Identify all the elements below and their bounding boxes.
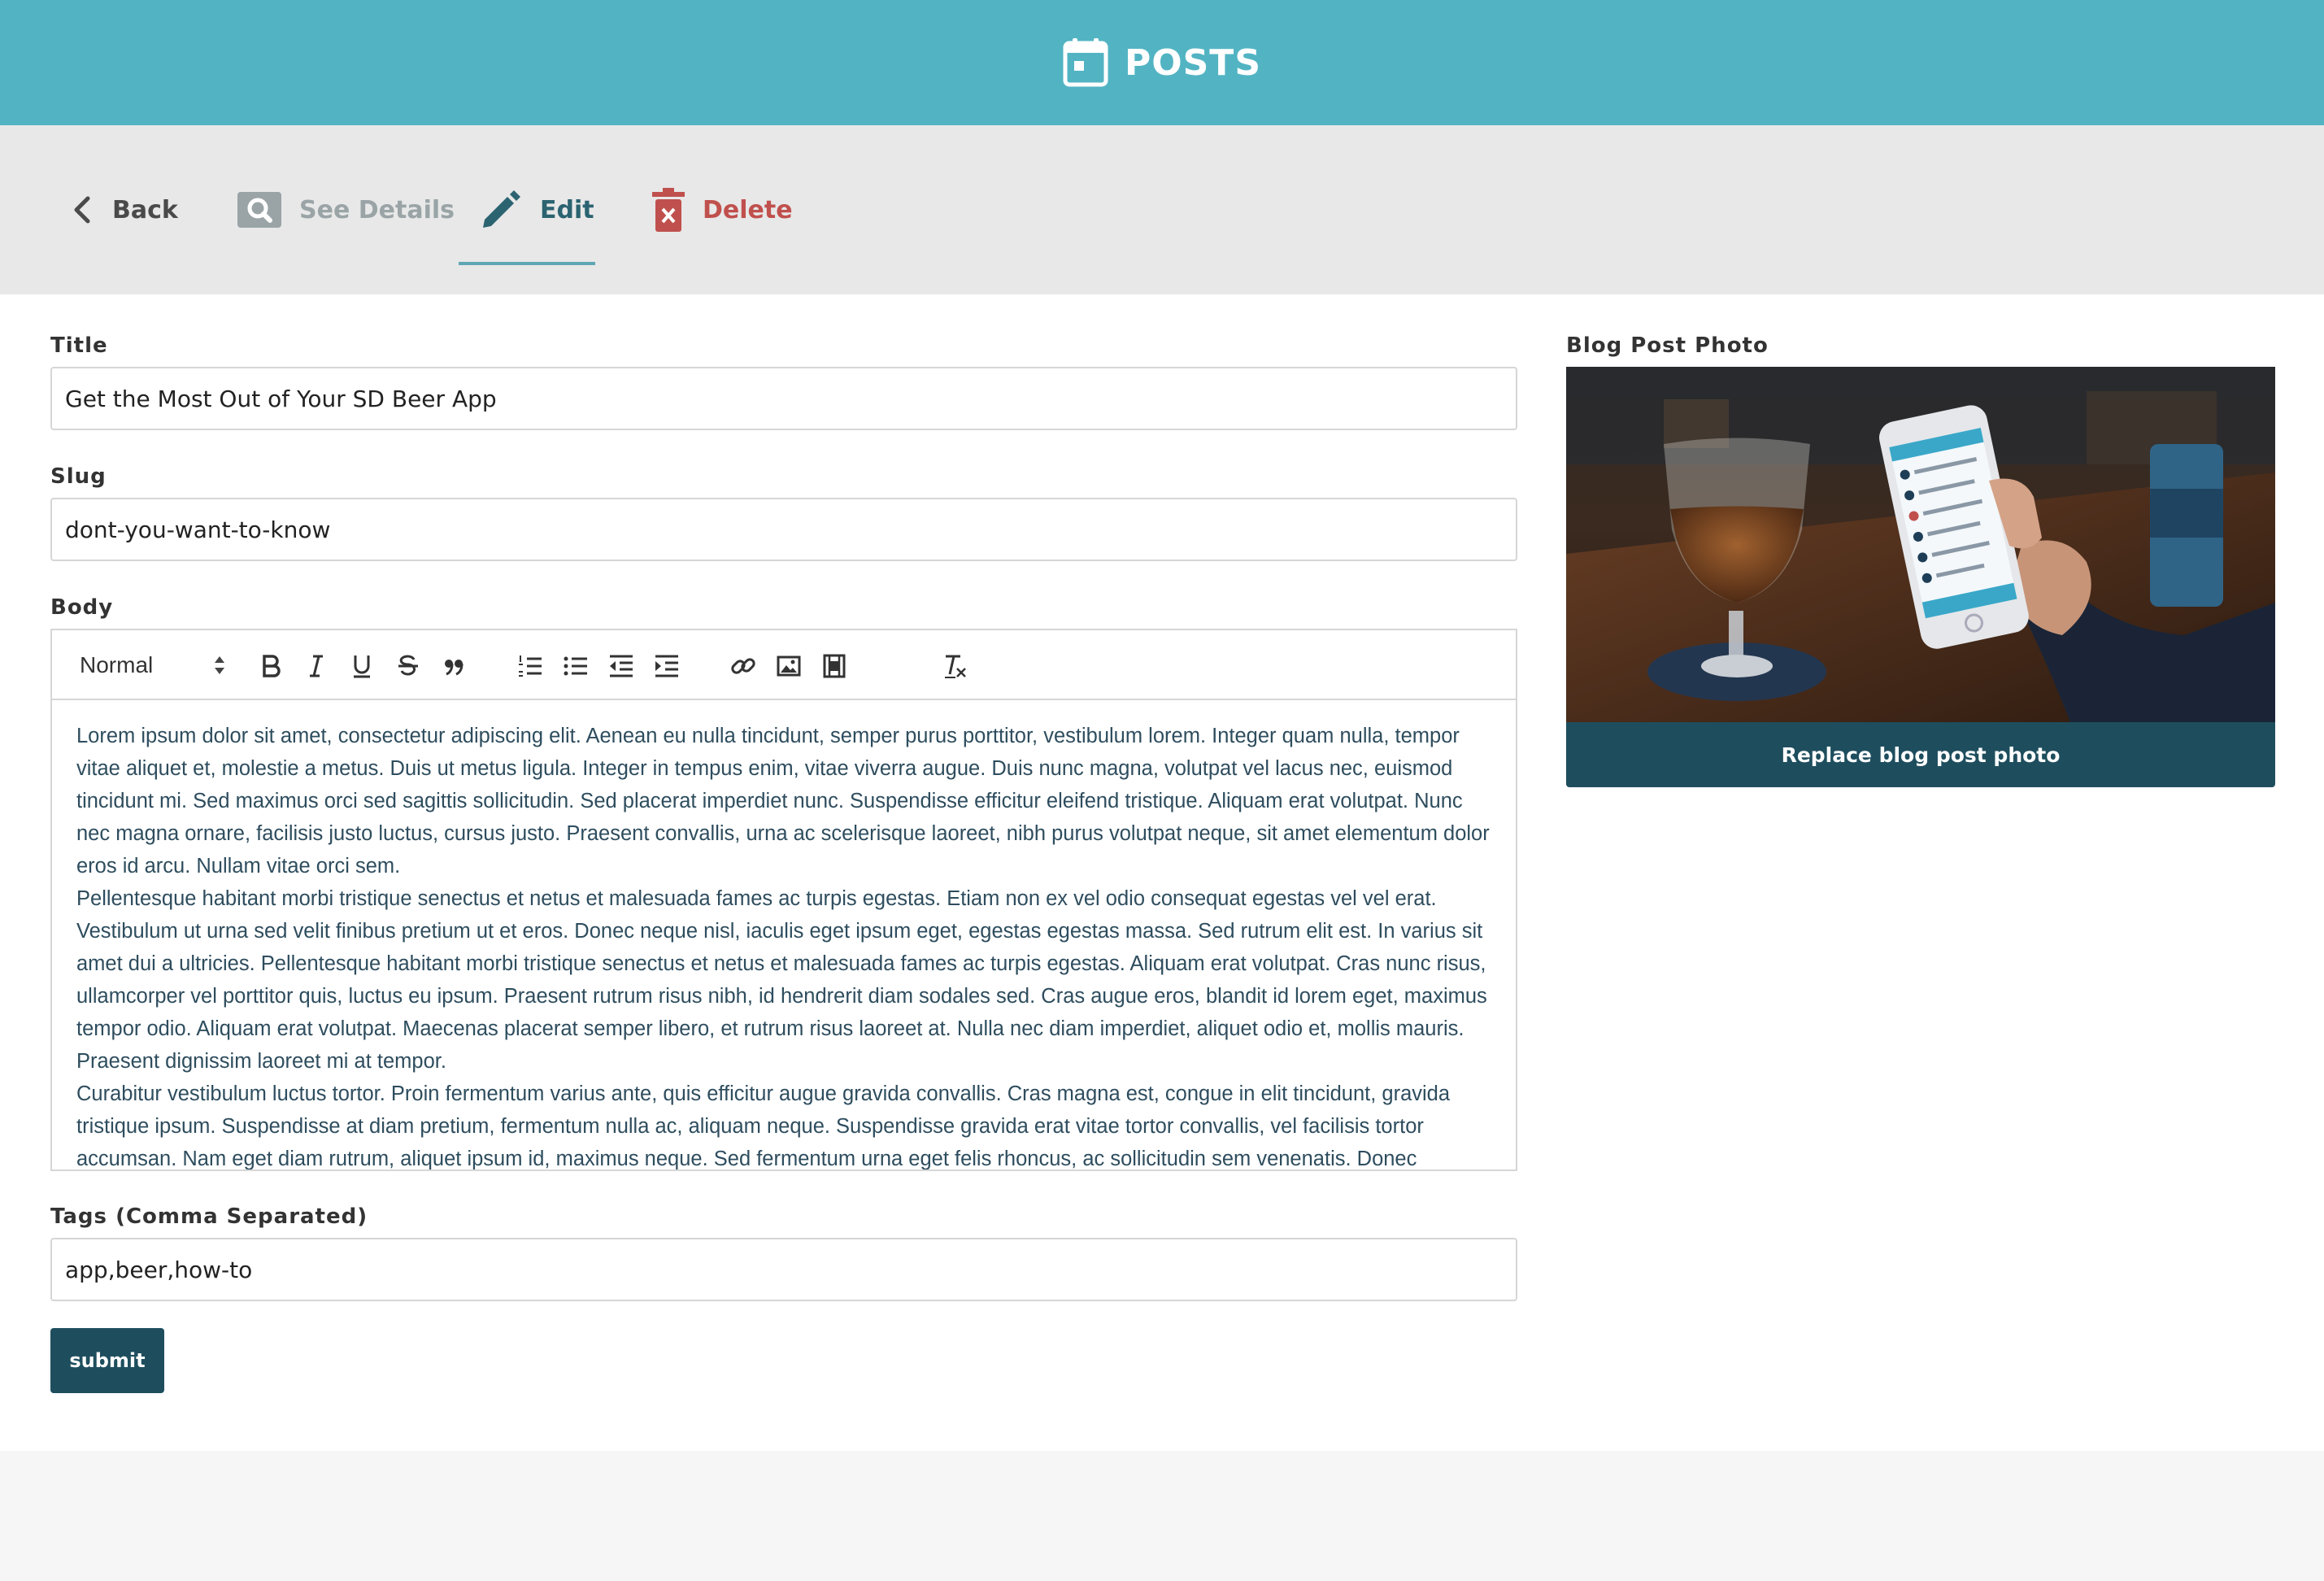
calendar-icon bbox=[1063, 38, 1108, 87]
blockquote-icon bbox=[445, 660, 463, 676]
clear-format-icon bbox=[945, 655, 966, 678]
see-details-button[interactable]: See Details bbox=[237, 125, 455, 294]
italic-icon bbox=[310, 655, 323, 677]
editor-content[interactable]: Lorem ipsum dolor sit amet, consectetur … bbox=[52, 700, 1516, 1170]
video-button[interactable] bbox=[818, 650, 851, 682]
title-input[interactable] bbox=[50, 367, 1517, 430]
clear-format-button[interactable] bbox=[938, 650, 971, 682]
tags-label: Tags (Comma Separated) bbox=[50, 1204, 368, 1229]
title-label: Title bbox=[50, 333, 108, 358]
image-button[interactable] bbox=[772, 650, 805, 682]
underline-button[interactable] bbox=[346, 650, 378, 682]
action-bar: Back See Details Edit Delete bbox=[0, 125, 2324, 294]
tags-input[interactable] bbox=[50, 1238, 1517, 1301]
italic-button[interactable] bbox=[300, 650, 333, 682]
indent-icon bbox=[655, 655, 678, 677]
slug-label: Slug bbox=[50, 464, 107, 489]
link-icon bbox=[731, 658, 755, 674]
bold-button[interactable] bbox=[255, 650, 287, 682]
see-details-label: See Details bbox=[299, 195, 455, 224]
outdent-button[interactable] bbox=[605, 650, 638, 682]
search-icon bbox=[237, 192, 281, 228]
underline-icon bbox=[354, 655, 370, 678]
body-paragraph: Curabitur vestibulum luctus tortor. Proi… bbox=[76, 1082, 1451, 1170]
slug-input[interactable] bbox=[50, 498, 1517, 561]
bold-icon bbox=[263, 655, 281, 677]
outdent-icon bbox=[610, 655, 633, 677]
editor-toolbar: Normal bbox=[52, 630, 1516, 700]
ordered-list-icon bbox=[519, 655, 542, 677]
ordered-list-button[interactable] bbox=[514, 650, 546, 682]
back-label: Back bbox=[112, 195, 178, 224]
indent-button[interactable] bbox=[651, 650, 683, 682]
blockquote-button[interactable] bbox=[437, 650, 470, 682]
active-tab-indicator bbox=[459, 262, 595, 265]
page-title: POSTS bbox=[1124, 41, 1262, 84]
bullet-list-button[interactable] bbox=[559, 650, 592, 682]
app-header: POSTS bbox=[0, 0, 2324, 125]
bullet-list-icon bbox=[564, 656, 587, 676]
submit-button[interactable]: submit bbox=[50, 1328, 164, 1393]
body-paragraph: Lorem ipsum dolor sit amet, consectetur … bbox=[76, 725, 1490, 878]
header-title-group: POSTS bbox=[1063, 38, 1261, 87]
format-select[interactable]: Normal bbox=[80, 647, 226, 684]
delete-button[interactable]: Delete bbox=[652, 125, 793, 294]
delete-label: Delete bbox=[703, 195, 793, 224]
strikethrough-icon bbox=[398, 655, 418, 676]
back-button[interactable]: Back bbox=[72, 125, 178, 294]
pencil-icon bbox=[483, 190, 520, 228]
blog-post-photo bbox=[1566, 367, 2275, 722]
photo-label: Blog Post Photo bbox=[1566, 333, 1769, 358]
trash-icon bbox=[652, 188, 685, 232]
edit-label: Edit bbox=[540, 195, 594, 224]
body-paragraph: Pellentesque habitant morbi tristique se… bbox=[76, 887, 1487, 1073]
rich-text-editor[interactable]: Normal Lorem ipsum dolor sit amet, conse… bbox=[50, 629, 1517, 1171]
sort-arrows-icon bbox=[215, 656, 224, 674]
chevron-left-icon bbox=[74, 196, 90, 224]
replace-photo-button[interactable]: Replace blog post photo bbox=[1566, 722, 2275, 787]
image-icon bbox=[777, 655, 801, 677]
format-select-value: Normal bbox=[80, 652, 154, 677]
strikethrough-button[interactable] bbox=[392, 650, 424, 682]
body-label: Body bbox=[50, 595, 114, 620]
edit-tab[interactable]: Edit bbox=[459, 125, 595, 294]
link-button[interactable] bbox=[727, 650, 759, 682]
video-icon bbox=[823, 654, 846, 678]
